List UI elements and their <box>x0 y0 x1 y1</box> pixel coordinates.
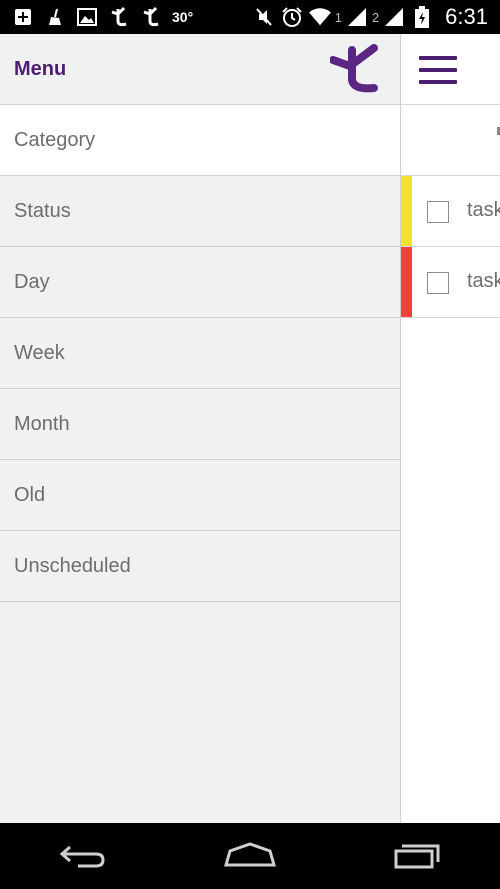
menu-item-old[interactable]: Old <box>0 460 400 531</box>
menu-item-day[interactable]: Day <box>0 247 400 318</box>
home-icon[interactable] <box>220 836 280 876</box>
task-label: task <box>467 199 500 221</box>
menu-item-label: Status <box>14 199 71 222</box>
task-row[interactable]: task <box>401 247 500 318</box>
signal-icon <box>383 6 405 28</box>
back-icon[interactable] <box>53 836 113 876</box>
menu-item-label: Week <box>14 341 65 364</box>
task-label: task <box>467 270 500 292</box>
mute-icon <box>253 6 275 28</box>
menu-item-label: Old <box>14 483 46 506</box>
battery-charging-icon <box>411 6 433 28</box>
menu-item-unscheduled[interactable]: Unscheduled <box>0 531 400 602</box>
task-checkbox[interactable] <box>427 201 449 223</box>
task-checkbox[interactable] <box>427 272 449 294</box>
menu-item-label: Unscheduled <box>14 554 131 577</box>
menu-item-status[interactable]: Status <box>0 176 400 247</box>
list-subheader <box>401 105 500 176</box>
alarm-icon <box>281 6 303 28</box>
hamburger-icon[interactable] <box>419 56 457 84</box>
wifi-icon <box>308 6 331 28</box>
sim1-label: 1 <box>334 9 342 25</box>
image-icon <box>76 6 98 28</box>
drawer-title: Menu <box>14 57 67 80</box>
menu-item-label: Category <box>14 128 96 151</box>
app-t-icon <box>140 6 162 28</box>
status-bar: 30° 1 2 6:31 <box>0 0 500 34</box>
navigation-drawer: Menu Category Status Day Week Month Old … <box>0 34 401 823</box>
priority-bar-yellow <box>401 176 412 246</box>
main-content: task task <box>401 34 500 823</box>
main-header <box>401 34 500 105</box>
drawer-header: Menu <box>0 34 400 105</box>
menu-item-week[interactable]: Week <box>0 318 400 389</box>
sim2-label: 2 <box>371 9 380 25</box>
plus-icon <box>12 6 34 28</box>
priority-bar-red <box>401 247 412 317</box>
signal-icon <box>346 6 368 28</box>
task-row[interactable]: task <box>401 176 500 247</box>
menu-item-category[interactable]: Category <box>0 105 400 176</box>
menu-item-label: Day <box>14 270 50 293</box>
system-navigation-bar <box>0 823 500 889</box>
app-t-icon <box>108 6 130 28</box>
temperature-text: 30° <box>172 9 194 25</box>
broom-icon <box>44 6 66 28</box>
app-logo <box>329 44 380 96</box>
recents-icon[interactable] <box>387 836 447 876</box>
menu-item-month[interactable]: Month <box>0 389 400 460</box>
clock-time: 6:31 <box>445 4 488 29</box>
menu-item-label: Month <box>14 412 70 435</box>
